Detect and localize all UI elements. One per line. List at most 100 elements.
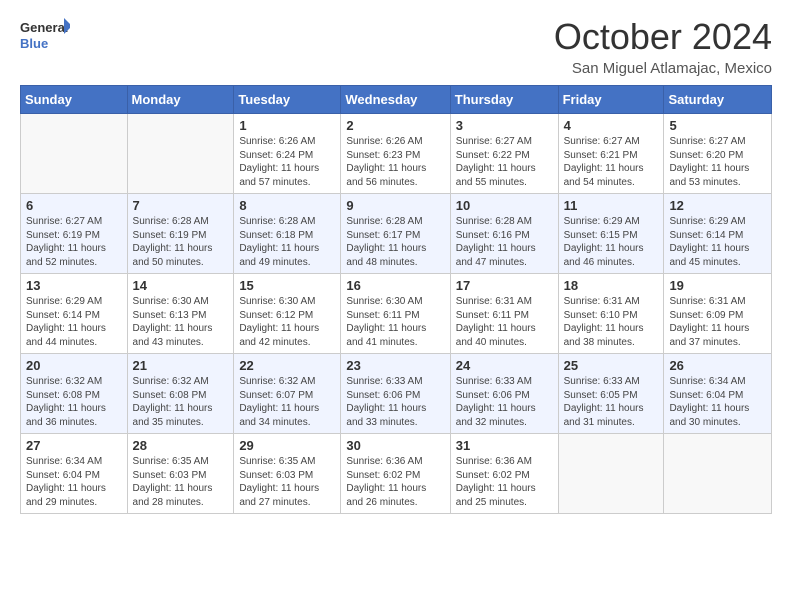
calendar-cell: 13Sunrise: 6:29 AMSunset: 6:14 PMDayligh… [21,274,128,354]
calendar-header-wednesday: Wednesday [341,86,450,114]
calendar-cell [127,114,234,194]
day-number: 22 [239,358,335,373]
day-number: 8 [239,198,335,213]
day-number: 10 [456,198,553,213]
calendar-cell: 20 Sunrise: 6:32 AMSunset: 6:08 PMDayligh… [21,354,128,434]
calendar-cell: 22 Sunrise: 6:32 AMSunset: 6:07 PMDayligh… [234,354,341,434]
cell-info: Sunrise: 6:30 AMSunset: 6:11 PMDaylight:… [346,295,444,349]
calendar-cell: 25 Sunrise: 6:33 AMSunset: 6:05 PMDayligh… [558,354,664,434]
svg-text:Blue: Blue [20,36,48,51]
day-number: 23 [346,358,444,373]
day-number: 27 [26,438,122,453]
calendar-week-row: 27 Sunrise: 6:34 AMSunset: 6:04 PMDayligh… [21,434,772,514]
day-number: 21 [133,358,229,373]
calendar-header-saturday: Saturday [664,86,772,114]
calendar: SundayMondayTuesdayWednesdayThursdayFrid… [20,85,772,514]
calendar-cell: 28Sunrise: 6:35 AMSunset: 6:03 PMDayligh… [127,434,234,514]
day-number: 25 [564,358,659,373]
day-number: 24 [456,358,553,373]
svg-text:General: General [20,20,68,35]
calendar-cell: 15Sunrise: 6:30 AMSunset: 6:12 PMDayligh… [234,274,341,354]
cell-info: Sunrise: 6:33 AMSunset: 6:06 PMDaylight:… [456,375,553,429]
cell-info: Sunrise: 6:27 AMSunset: 6:22 PMDaylight:… [456,135,553,189]
calendar-cell: 21 Sunrise: 6:32 AMSunset: 6:08 PMDayligh… [127,354,234,434]
calendar-cell [664,434,772,514]
calendar-cell: 8 Sunrise: 6:28 AMSunset: 6:18 PMDaylight… [234,194,341,274]
logo: General Blue [20,16,70,56]
calendar-header-thursday: Thursday [450,86,558,114]
day-number: 2 [346,118,444,133]
day-number: 18 [564,278,659,293]
day-number: 9 [346,198,444,213]
calendar-header-row: SundayMondayTuesdayWednesdayThursdayFrid… [21,86,772,114]
calendar-cell: 14 Sunrise: 6:30 AMSunset: 6:13 PMDayligh… [127,274,234,354]
calendar-week-row: 6Sunrise: 6:27 AMSunset: 6:19 PMDaylight… [21,194,772,274]
calendar-cell: 29 Sunrise: 6:35 AMSunset: 6:03 PMDayligh… [234,434,341,514]
calendar-cell: 31 Sunrise: 6:36 AMSunset: 6:02 PMDayligh… [450,434,558,514]
calendar-header-friday: Friday [558,86,664,114]
cell-info: Sunrise: 6:28 AMSunset: 6:16 PMDaylight:… [456,215,553,269]
day-number: 17 [456,278,553,293]
cell-info: Sunrise: 6:35 AMSunset: 6:03 PMDaylight:… [133,455,229,509]
cell-info: Sunrise: 6:32 AMSunset: 6:07 PMDaylight:… [239,375,335,429]
calendar-cell: 17 Sunrise: 6:31 AMSunset: 6:11 PMDayligh… [450,274,558,354]
day-number: 6 [26,198,122,213]
cell-info: Sunrise: 6:30 AMSunset: 6:13 PMDaylight:… [133,295,229,349]
day-number: 5 [669,118,766,133]
calendar-cell: 30Sunrise: 6:36 AMSunset: 6:02 PMDayligh… [341,434,450,514]
day-number: 26 [669,358,766,373]
day-number: 4 [564,118,659,133]
day-number: 14 [133,278,229,293]
cell-info: Sunrise: 6:34 AMSunset: 6:04 PMDaylight:… [26,455,122,509]
cell-info: Sunrise: 6:27 AMSunset: 6:20 PMDaylight:… [669,135,766,189]
calendar-cell: 6Sunrise: 6:27 AMSunset: 6:19 PMDaylight… [21,194,128,274]
day-number: 31 [456,438,553,453]
day-number: 15 [239,278,335,293]
cell-info: Sunrise: 6:28 AMSunset: 6:18 PMDaylight:… [239,215,335,269]
calendar-cell [558,434,664,514]
calendar-cell: 24 Sunrise: 6:33 AMSunset: 6:06 PMDayligh… [450,354,558,434]
calendar-cell: 2Sunrise: 6:26 AMSunset: 6:23 PMDaylight… [341,114,450,194]
day-number: 20 [26,358,122,373]
calendar-header-tuesday: Tuesday [234,86,341,114]
calendar-cell: 5 Sunrise: 6:27 AMSunset: 6:20 PMDaylight… [664,114,772,194]
day-number: 16 [346,278,444,293]
cell-info: Sunrise: 6:35 AMSunset: 6:03 PMDaylight:… [239,455,335,509]
calendar-cell: 27 Sunrise: 6:34 AMSunset: 6:04 PMDayligh… [21,434,128,514]
calendar-cell: 10 Sunrise: 6:28 AMSunset: 6:16 PMDayligh… [450,194,558,274]
calendar-week-row: 13Sunrise: 6:29 AMSunset: 6:14 PMDayligh… [21,274,772,354]
day-number: 12 [669,198,766,213]
cell-info: Sunrise: 6:31 AMSunset: 6:09 PMDaylight:… [669,295,766,349]
calendar-week-row: 1Sunrise: 6:26 AMSunset: 6:24 PMDaylight… [21,114,772,194]
cell-info: Sunrise: 6:36 AMSunset: 6:02 PMDaylight:… [456,455,553,509]
cell-info: Sunrise: 6:29 AMSunset: 6:14 PMDaylight:… [669,215,766,269]
logo-svg: General Blue [20,16,70,56]
cell-info: Sunrise: 6:29 AMSunset: 6:15 PMDaylight:… [564,215,659,269]
title-section: October 2024 San Miguel Atlamajac, Mexic… [554,16,772,77]
cell-info: Sunrise: 6:29 AMSunset: 6:14 PMDaylight:… [26,295,122,349]
calendar-cell: 4Sunrise: 6:27 AMSunset: 6:21 PMDaylight… [558,114,664,194]
cell-info: Sunrise: 6:28 AMSunset: 6:19 PMDaylight:… [133,215,229,269]
calendar-header-sunday: Sunday [21,86,128,114]
day-number: 29 [239,438,335,453]
calendar-cell [21,114,128,194]
cell-info: Sunrise: 6:33 AMSunset: 6:05 PMDaylight:… [564,375,659,429]
cell-info: Sunrise: 6:31 AMSunset: 6:10 PMDaylight:… [564,295,659,349]
cell-info: Sunrise: 6:36 AMSunset: 6:02 PMDaylight:… [346,455,444,509]
cell-info: Sunrise: 6:33 AMSunset: 6:06 PMDaylight:… [346,375,444,429]
calendar-cell: 9Sunrise: 6:28 AMSunset: 6:17 PMDaylight… [341,194,450,274]
calendar-cell: 11Sunrise: 6:29 AMSunset: 6:15 PMDayligh… [558,194,664,274]
cell-info: Sunrise: 6:31 AMSunset: 6:11 PMDaylight:… [456,295,553,349]
day-number: 19 [669,278,766,293]
header: General Blue October 2024 San Miguel Atl… [20,16,772,77]
calendar-header-monday: Monday [127,86,234,114]
day-number: 1 [239,118,335,133]
calendar-cell: 12 Sunrise: 6:29 AMSunset: 6:14 PMDayligh… [664,194,772,274]
cell-info: Sunrise: 6:32 AMSunset: 6:08 PMDaylight:… [133,375,229,429]
calendar-cell: 23 Sunrise: 6:33 AMSunset: 6:06 PMDayligh… [341,354,450,434]
calendar-cell: 18 Sunrise: 6:31 AMSunset: 6:10 PMDayligh… [558,274,664,354]
location: San Miguel Atlamajac, Mexico [554,60,772,77]
cell-info: Sunrise: 6:32 AMSunset: 6:08 PMDaylight:… [26,375,122,429]
calendar-cell: 19 Sunrise: 6:31 AMSunset: 6:09 PMDayligh… [664,274,772,354]
calendar-cell: 1Sunrise: 6:26 AMSunset: 6:24 PMDaylight… [234,114,341,194]
